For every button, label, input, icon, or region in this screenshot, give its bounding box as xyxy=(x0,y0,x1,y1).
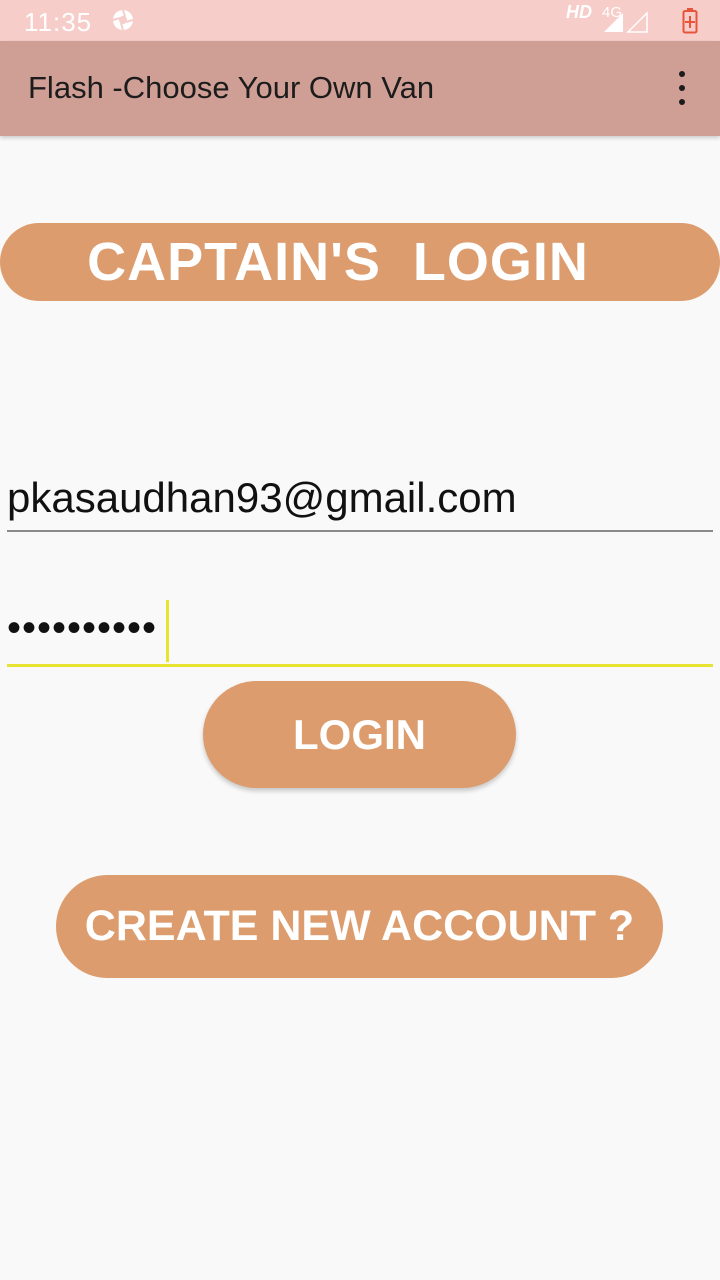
signal-icon xyxy=(604,13,623,32)
login-button[interactable]: LOGIN xyxy=(203,681,516,788)
create-account-button[interactable]: CREATE NEW ACCOUNT ? xyxy=(56,875,663,978)
status-time: 11:35 xyxy=(24,7,93,37)
menu-dot xyxy=(679,85,685,91)
create-account-label: CREATE NEW ACCOUNT ? xyxy=(84,902,635,950)
status-hd-label: HD xyxy=(566,2,592,22)
menu-dot xyxy=(679,99,685,105)
password-field[interactable]: •••••••••• xyxy=(7,598,713,667)
captains-login-heading: CAPTAIN'S LOGIN xyxy=(0,223,720,301)
more-vert-icon[interactable] xyxy=(668,71,696,105)
signal-empty-icon xyxy=(626,11,648,33)
email-value: pkasaudhan93@gmail.com xyxy=(7,474,517,521)
app-bar: Flash -Choose Your Own Van xyxy=(0,41,720,136)
aperture-icon xyxy=(112,9,134,31)
status-bar: 11:35 HD 4G xyxy=(0,0,720,41)
email-field[interactable]: pkasaudhan93@gmail.com xyxy=(7,468,713,532)
battery-charging-icon xyxy=(682,8,698,34)
password-value: •••••••••• xyxy=(7,606,158,650)
login-button-label: LOGIN xyxy=(293,710,426,758)
text-cursor xyxy=(166,600,169,662)
menu-dot xyxy=(679,71,685,77)
app-title: Flash -Choose Your Own Van xyxy=(28,70,435,105)
heading-label: CAPTAIN'S LOGIN xyxy=(87,232,589,292)
